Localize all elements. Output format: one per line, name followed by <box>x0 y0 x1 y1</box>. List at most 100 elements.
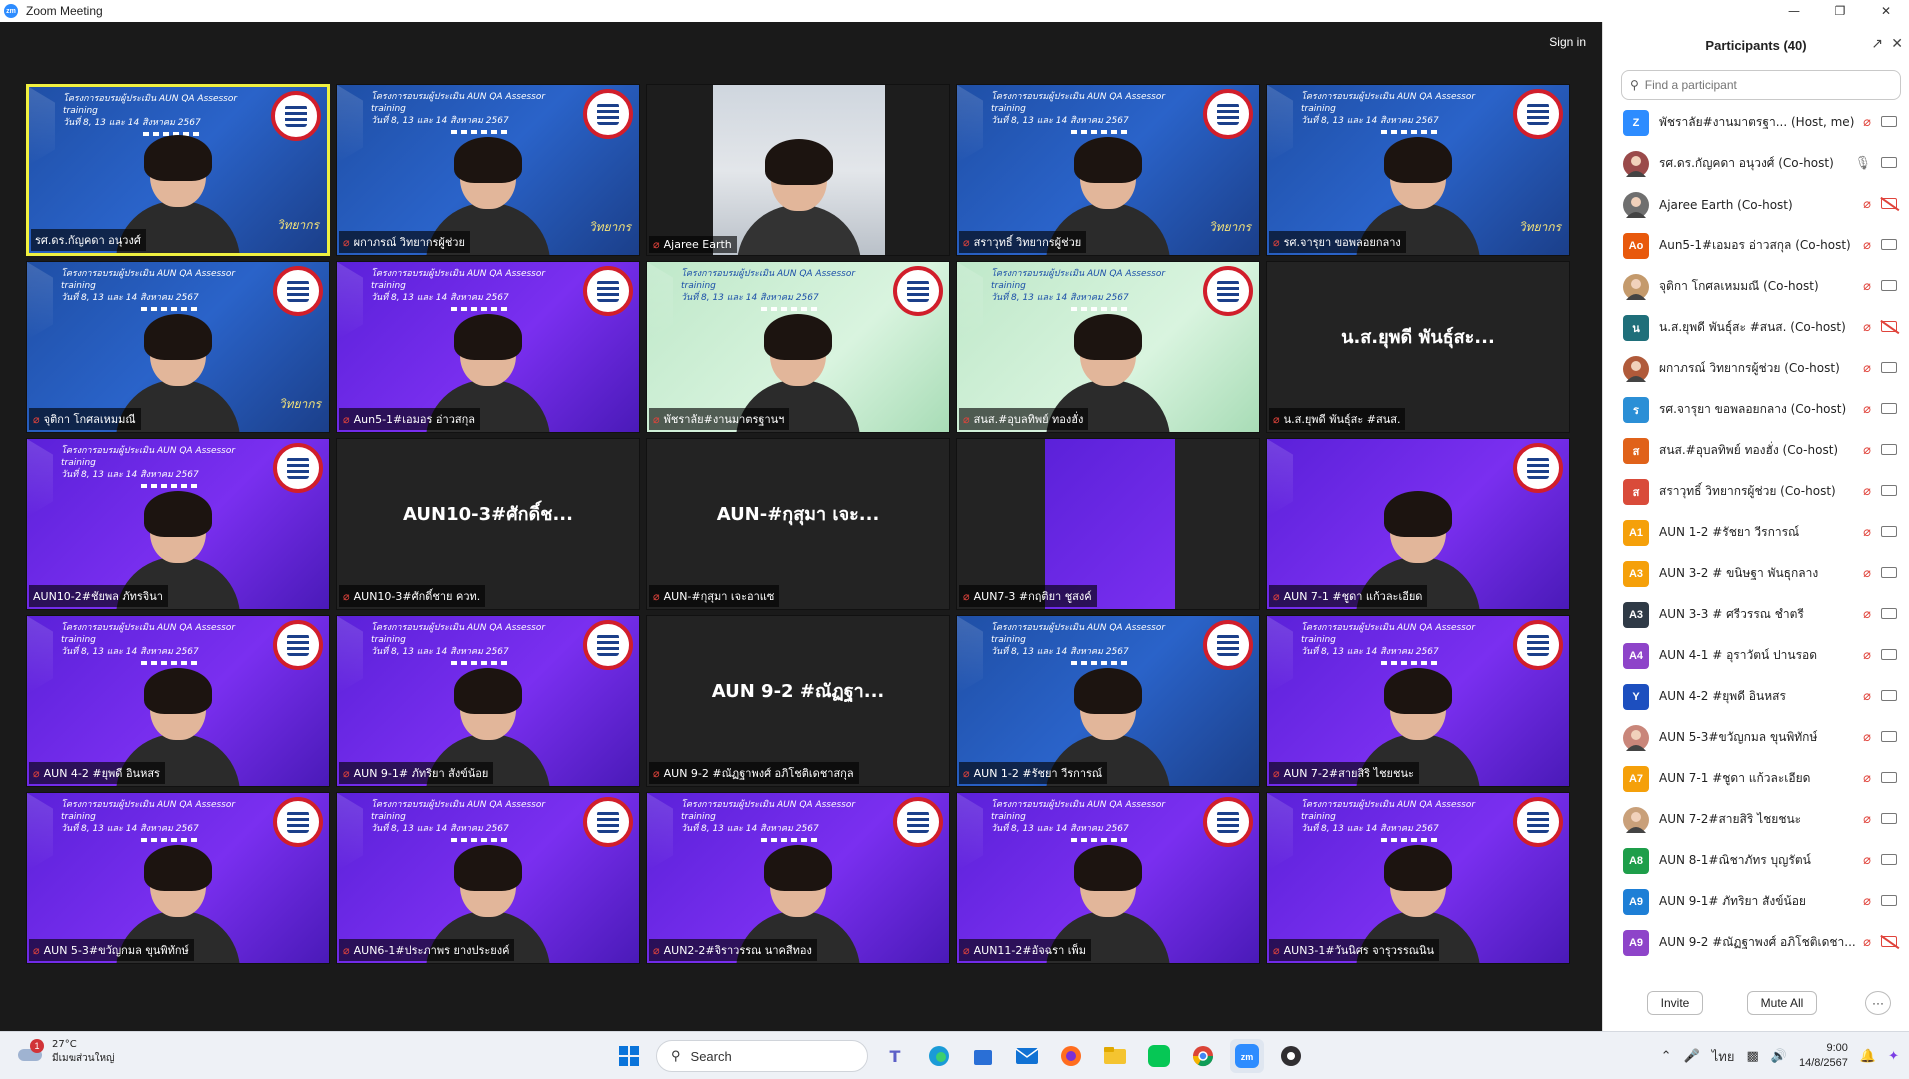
more-options-button[interactable]: ··· <box>1865 991 1891 1015</box>
file-explorer-icon[interactable] <box>1098 1039 1132 1073</box>
video-camera-icon[interactable] <box>1881 731 1897 742</box>
video-tile[interactable]: โครงการอบรมผู้ประเมิน AUN QA Assessor tr… <box>336 792 640 964</box>
video-tile[interactable]: โครงการอบรมผู้ประเมิน AUN QA Assessor tr… <box>1266 615 1570 787</box>
obs-icon[interactable] <box>1274 1039 1308 1073</box>
video-tile[interactable]: โครงการอบรมผู้ประเมิน AUN QA Assessor tr… <box>646 792 950 964</box>
video-camera-icon[interactable] <box>1881 772 1897 783</box>
pop-out-icon[interactable]: ↗ <box>1871 36 1883 52</box>
mic-muted-icon[interactable]: ⌀ <box>1863 361 1871 376</box>
video-camera-icon[interactable] <box>1881 116 1897 127</box>
weather-widget[interactable]: 1 27°C มีเมฆส่วนใหญ่ <box>16 1038 115 1066</box>
windows-start-icon[interactable] <box>612 1039 646 1073</box>
participant-row[interactable]: รศ.ดร.กัญคดา อนุวงศ์ (Co-host) 🎙 <box>1603 143 1909 184</box>
participant-row[interactable]: Ao Aun5-1#เอมอร อ่าวสกุล (Co-host) ⌀ <box>1603 225 1909 266</box>
participant-row[interactable]: น น.ส.ยุพดี พันธุ์สะ #สนส. (Co-host) ⌀ <box>1603 307 1909 348</box>
close-button[interactable]: ✕ <box>1863 0 1909 22</box>
video-camera-icon[interactable] <box>1881 895 1897 906</box>
video-camera-icon[interactable] <box>1881 485 1897 496</box>
mic-muted-icon[interactable]: ⌀ <box>1863 894 1871 909</box>
participant-row[interactable]: ส สราวุทธิ์ วิทยากรผู้ช่วย (Co-host) ⌀ <box>1603 471 1909 512</box>
chevron-up-icon[interactable]: ⌃ <box>1661 1049 1672 1064</box>
minimize-button[interactable]: — <box>1771 0 1817 22</box>
participant-row[interactable]: Ajaree Earth (Co-host) ⌀ <box>1603 184 1909 225</box>
video-tile[interactable]: โครงการอบรมผู้ประเมิน AUN QA Assessor tr… <box>1266 792 1570 964</box>
mic-muted-icon[interactable]: ⌀ <box>1863 115 1871 130</box>
participant-row[interactable]: A9 AUN 9-2 #ณัฏฐาพงศ์ อภิโชติเดชา... ⌀ <box>1603 922 1909 963</box>
line-app-icon[interactable] <box>1142 1039 1176 1073</box>
participant-row[interactable]: ส สนส.#อุบลทิพย์ ทองฮั่ง (Co-host) ⌀ <box>1603 430 1909 471</box>
mute-all-button[interactable]: Mute All <box>1747 991 1817 1015</box>
microphone-icon[interactable]: 🎤 <box>1684 1049 1700 1064</box>
video-tile[interactable]: ⌀ AUN7-3 #กฤติยา ชูสงค์ <box>956 438 1260 610</box>
teams-icon[interactable]: T <box>878 1039 912 1073</box>
participant-row[interactable]: AUN 7-2#สายสิริ ไชยชนะ ⌀ <box>1603 799 1909 840</box>
participant-row[interactable]: Y AUN 4-2 #ยุพดี อินหสร ⌀ <box>1603 676 1909 717</box>
video-camera-icon[interactable] <box>1881 280 1897 291</box>
video-camera-icon[interactable] <box>1881 813 1897 824</box>
video-off-icon[interactable] <box>1881 321 1897 332</box>
mic-muted-icon[interactable]: ⌀ <box>1863 238 1871 253</box>
mic-muted-icon[interactable]: ⌀ <box>1863 730 1871 745</box>
video-tile[interactable]: โครงการอบรมผู้ประเมิน AUN QA Assessor tr… <box>336 84 640 256</box>
firefox-icon[interactable] <box>1054 1039 1088 1073</box>
participant-row[interactable]: ผกาภรณ์ วิทยากรผู้ช่วย (Co-host) ⌀ <box>1603 348 1909 389</box>
participant-row[interactable]: A4 AUN 4-1 # อุราวัตน์ ปานรอด ⌀ <box>1603 635 1909 676</box>
mic-muted-icon[interactable]: ⌀ <box>1863 566 1871 581</box>
mic-muted-icon[interactable]: ⌀ <box>1863 525 1871 540</box>
video-camera-icon[interactable] <box>1881 690 1897 701</box>
mic-muted-icon[interactable]: ⌀ <box>1863 689 1871 704</box>
video-tile[interactable]: โครงการอบรมผู้ประเมิน AUN QA Assessor tr… <box>956 792 1260 964</box>
participant-row[interactable]: A7 AUN 7-1 #ชูดา แก้วละเอียด ⌀ <box>1603 758 1909 799</box>
video-off-icon[interactable] <box>1881 936 1897 947</box>
participant-row[interactable]: ร รศ.จารุยา ขอพลอยกลาง (Co-host) ⌀ <box>1603 389 1909 430</box>
video-tile[interactable]: โครงการอบรมผู้ประเมิน AUN QA Assessor tr… <box>956 615 1260 787</box>
video-tile[interactable]: AUN10-3#ศักดิ์ช... ⌀ AUN10-3#ศักดิ์ชาย ควท… <box>336 438 640 610</box>
participant-row[interactable]: Z พัชราลัย#งานมาตรฐา... (Host, me) ⌀ <box>1603 102 1909 143</box>
mic-muted-icon[interactable]: ⌀ <box>1863 853 1871 868</box>
invite-button[interactable]: Invite <box>1647 991 1703 1015</box>
display-icon[interactable]: ▩ <box>1746 1049 1758 1064</box>
participant-row[interactable]: A3 AUN 3-3 # ศรีวรรณ ชำตรี ⌀ <box>1603 594 1909 635</box>
participant-search-input[interactable] <box>1644 78 1875 92</box>
mic-muted-icon[interactable]: ⌀ <box>1863 607 1871 622</box>
mic-muted-icon[interactable]: ⌀ <box>1863 771 1871 786</box>
video-camera-icon[interactable] <box>1881 444 1897 455</box>
video-tile[interactable]: โครงการอบรมผู้ประเมิน AUN QA Assessor tr… <box>336 261 640 433</box>
sign-in-button[interactable]: Sign in <box>1543 32 1592 52</box>
video-camera-icon[interactable] <box>1881 362 1897 373</box>
mail-icon[interactable] <box>1010 1039 1044 1073</box>
microphone-icon[interactable]: 🎙 <box>1854 156 1871 171</box>
video-camera-icon[interactable] <box>1881 854 1897 865</box>
participant-row[interactable]: A3 AUN 3-2 # ขนิษฐา พันธุกลาง ⌀ <box>1603 553 1909 594</box>
video-tile[interactable]: โครงการอบรมผู้ประเมิน AUN QA Assessor tr… <box>26 615 330 787</box>
mic-muted-icon[interactable]: ⌀ <box>1863 443 1871 458</box>
participant-row[interactable]: AUN 5-3#ขวัญกมล ขุนพิทักษ์ ⌀ <box>1603 717 1909 758</box>
mic-muted-icon[interactable]: ⌀ <box>1863 197 1871 212</box>
video-tile[interactable]: ⌀ AUN 7-1 #ชูดา แก้วละเอียด <box>1266 438 1570 610</box>
video-camera-icon[interactable] <box>1881 403 1897 414</box>
mic-muted-icon[interactable]: ⌀ <box>1863 402 1871 417</box>
taskbar-search[interactable]: ⚲ Search <box>656 1040 868 1072</box>
mic-muted-icon[interactable]: ⌀ <box>1863 320 1871 335</box>
speaker-icon[interactable]: 🔊 <box>1771 1049 1787 1064</box>
notification-bell-icon[interactable]: 🔔 <box>1860 1049 1876 1064</box>
chrome-icon[interactable] <box>1186 1039 1220 1073</box>
microsoft-store-icon[interactable] <box>966 1039 1000 1073</box>
video-camera-icon[interactable] <box>1881 239 1897 250</box>
video-tile[interactable]: โครงการอบรมผู้ประเมิน AUN QA Assessor tr… <box>956 261 1260 433</box>
video-tile[interactable]: โครงการอบรมผู้ประเมิน AUN QA Assessor tr… <box>26 792 330 964</box>
video-camera-icon[interactable] <box>1881 649 1897 660</box>
video-camera-icon[interactable] <box>1881 526 1897 537</box>
participant-row[interactable]: A1 AUN 1-2 #รัชยา วีรการณ์ ⌀ <box>1603 512 1909 553</box>
mic-muted-icon[interactable]: ⌀ <box>1863 484 1871 499</box>
video-tile[interactable]: AUN-#กุสุมา เจะ... ⌀ AUN-#กุสุมา เจะอาแซ <box>646 438 950 610</box>
copilot-icon[interactable]: ✦ <box>1888 1049 1899 1064</box>
restore-button[interactable]: ❐ <box>1817 0 1863 22</box>
zoom-app-icon[interactable]: zm <box>1230 1039 1264 1073</box>
video-camera-icon[interactable] <box>1881 567 1897 578</box>
video-camera-icon[interactable] <box>1881 608 1897 619</box>
clock[interactable]: 9:00 14/8/2567 <box>1799 1041 1848 1071</box>
video-tile[interactable]: ⌀ Ajaree Earth <box>646 84 950 256</box>
video-tile[interactable]: โครงการอบรมผู้ประเมิน AUN QA Assessor tr… <box>26 261 330 433</box>
mic-muted-icon[interactable]: ⌀ <box>1863 648 1871 663</box>
